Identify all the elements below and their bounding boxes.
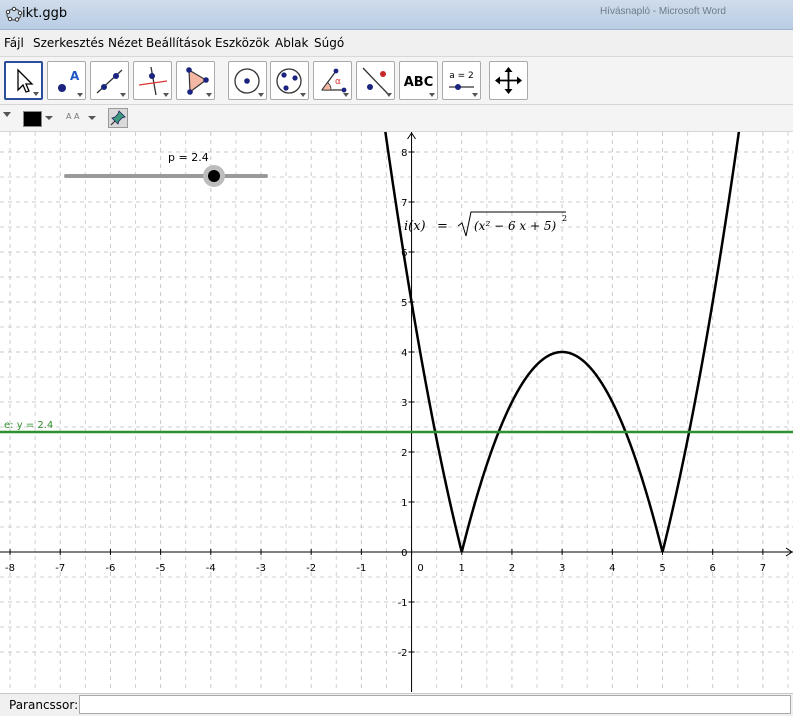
slider-label: p = 2.4	[168, 151, 209, 164]
y-tick-label: 2	[401, 448, 407, 459]
chevron-down-icon	[88, 116, 96, 120]
menu-options[interactable]: Beállítások	[146, 36, 212, 50]
function-equals: =	[437, 219, 448, 234]
menu-bar: Fájl Szerkesztés Nézet Beállítások Eszkö…	[0, 30, 793, 57]
window-title: ikt.ggb	[22, 6, 68, 21]
x-tick-label: -4	[206, 563, 216, 574]
point-tool-button[interactable]: A	[47, 61, 86, 100]
x-tick-label: 2	[509, 563, 515, 574]
move-tool-button[interactable]	[4, 61, 43, 100]
style-bar-toggle-icon[interactable]	[3, 112, 11, 118]
geogebra-app-icon	[5, 6, 23, 22]
toolbar: A α ABC a = 2	[0, 57, 793, 105]
menu-help[interactable]: Súgó	[314, 36, 344, 50]
function-radicand: (x² − 6 x + 5)	[474, 219, 556, 233]
x-tick-label: 4	[609, 563, 615, 574]
x-tick-label: 0	[417, 563, 423, 574]
circle-tool-button[interactable]	[228, 61, 267, 100]
x-tick-label: 3	[559, 563, 565, 574]
y-tick-label: -2	[398, 648, 408, 659]
function-label: i(x) = (x² − 6 x + 5) 2	[404, 211, 567, 237]
slider-tool-label: a = 2	[449, 71, 474, 81]
y-tick-label: 7	[401, 198, 407, 209]
x-tick-label: -1	[356, 563, 366, 574]
menu-view[interactable]: Nézet	[108, 36, 143, 50]
menu-tools[interactable]: Eszközök	[215, 36, 270, 50]
x-tick-label: 6	[710, 563, 716, 574]
style-bar: A A	[0, 105, 793, 132]
y-tick-label: -1	[398, 598, 408, 609]
move-view-tool-icon	[495, 67, 522, 94]
svg-text:A: A	[70, 69, 80, 83]
menu-edit[interactable]: Szerkesztés	[33, 36, 104, 50]
background-window-title: Hívásnapló - Microsoft Word	[600, 6, 726, 17]
color-picker-button[interactable]	[21, 109, 55, 127]
reflect-tool-button[interactable]	[356, 61, 395, 100]
y-tick-label: 3	[401, 398, 407, 409]
tick-labels: -8 -7 -6 -5 -4 -3 -2 -1 0 1 2 3 4 5 6 7-2-1012345678	[5, 148, 766, 659]
angle-tool-button[interactable]: α	[313, 61, 352, 100]
input-bar-label: Parancssor:	[9, 698, 79, 712]
title-bar: ikt.ggb Hívásnapló - Microsoft Word	[0, 0, 793, 30]
text-size-button[interactable]: A A	[63, 109, 99, 127]
menu-window[interactable]: Ablak	[275, 36, 308, 50]
x-tick-label: -6	[105, 563, 115, 574]
line-label: e: y = 2.4	[4, 420, 53, 431]
command-input[interactable]	[79, 695, 791, 714]
grid	[0, 132, 793, 692]
svg-text:α: α	[335, 77, 341, 87]
x-tick-label: 5	[659, 563, 665, 574]
text-tool-label: ABC	[404, 75, 434, 90]
color-swatch	[23, 111, 42, 127]
text-size-label: A A	[66, 112, 80, 121]
text-tool-button[interactable]: ABC	[399, 61, 438, 100]
x-tick-label: -5	[156, 563, 166, 574]
y-tick-label: 1	[401, 498, 407, 509]
y-tick-label: 0	[401, 548, 407, 559]
chevron-down-icon	[45, 116, 53, 120]
graphics-view[interactable]: -8 -7 -6 -5 -4 -3 -2 -1 0 1 2 3 4 5 6 7 -2 -1 0 1 2 3 4 5 6 7 8 i(…	[0, 132, 793, 692]
circle-three-points-tool-button[interactable]	[270, 61, 309, 100]
axes	[0, 132, 793, 692]
pin-icon	[110, 110, 126, 126]
move-view-tool-button[interactable]	[489, 61, 528, 100]
line-tool-button[interactable]	[90, 61, 129, 100]
function-name: i(x)	[404, 219, 426, 234]
pin-button[interactable]	[108, 108, 128, 128]
plot-series	[0, 132, 793, 553]
graphics-canvas[interactable]: -8 -7 -6 -5 -4 -3 -2 -1 0 1 2 3 4 5 6 7-2-1012345678 i(…	[0, 132, 793, 692]
y-tick-label: 4	[401, 348, 407, 359]
menu-file[interactable]: Fájl	[4, 36, 24, 50]
x-tick-label: -3	[256, 563, 266, 574]
x-tick-label: -2	[306, 563, 316, 574]
x-tick-label: -8	[5, 563, 15, 574]
polygon-tool-button[interactable]	[176, 61, 215, 100]
slider-knob[interactable]	[208, 170, 220, 182]
x-tick-label: 7	[760, 563, 766, 574]
input-bar: Parancssor:	[0, 693, 793, 716]
x-tick-label: -7	[55, 563, 65, 574]
perpendicular-tool-button[interactable]	[133, 61, 172, 100]
y-tick-label: 8	[401, 148, 407, 159]
x-tick-label: 1	[459, 563, 465, 574]
function-exponent: 2	[562, 214, 567, 223]
y-tick-label: 5	[401, 298, 407, 309]
slider-tool-button[interactable]: a = 2	[442, 61, 481, 100]
